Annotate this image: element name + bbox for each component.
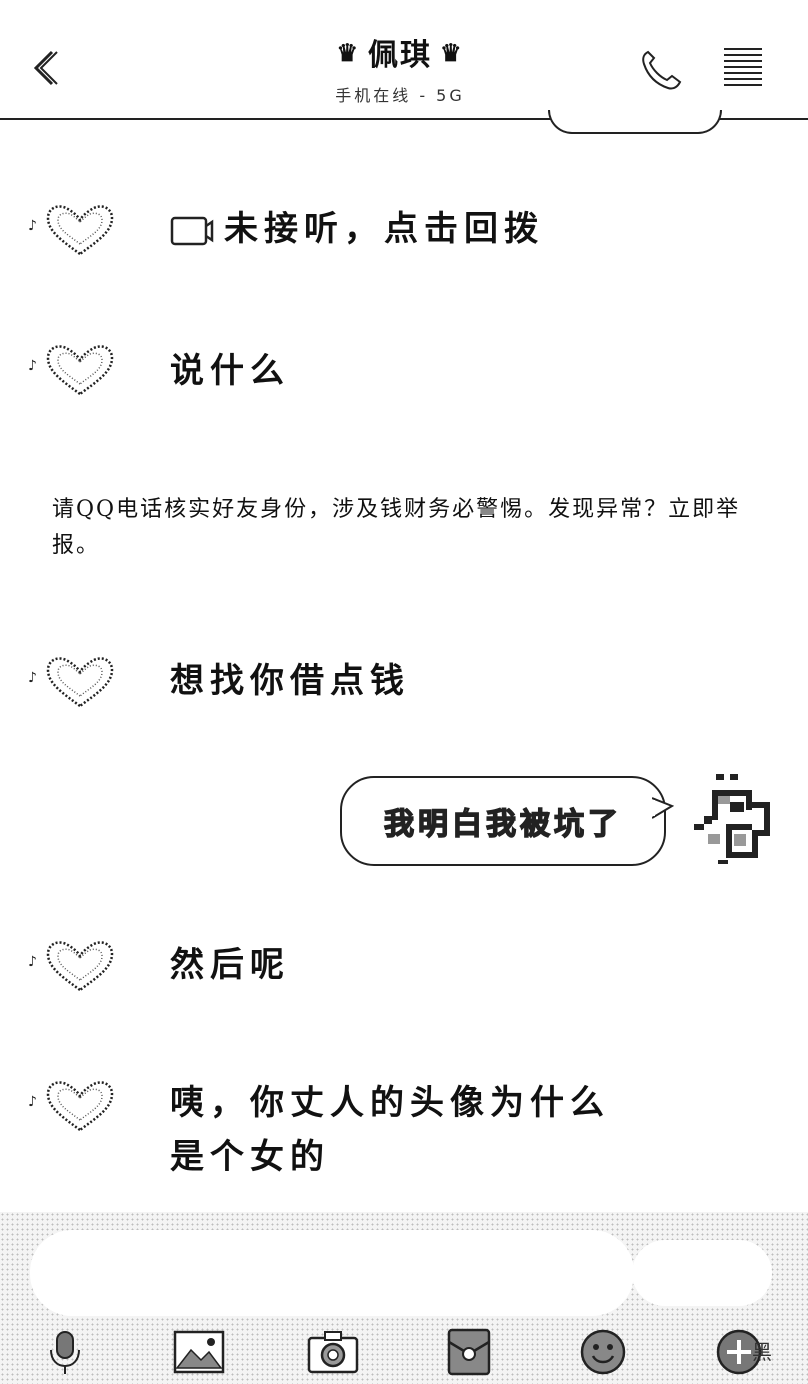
image-icon[interactable] — [172, 1328, 226, 1376]
send-button[interactable] — [632, 1240, 772, 1306]
svg-text:♪: ♪ — [28, 1094, 37, 1110]
voice-icon[interactable] — [38, 1328, 92, 1376]
heart-avatar[interactable]: ♪ — [28, 340, 118, 398]
message-text[interactable]: 咦，你丈人的头像为什么 是个女的 — [170, 1076, 610, 1184]
contact-name: ♛ 佩琪 ♛ — [336, 37, 464, 74]
emoji-icon[interactable] — [576, 1328, 630, 1376]
header-tab — [548, 110, 722, 134]
chat-header: ♛ 佩琪 ♛ 手机在线 - 5G — [0, 0, 808, 120]
redpacket-icon[interactable] — [442, 1328, 496, 1376]
contact-status: 手机在线 - 5G — [335, 86, 465, 105]
watermark-text: 黑 — [752, 1340, 772, 1364]
crown-icon: ♛ — [440, 37, 464, 67]
message-line: 是个女的 — [170, 1137, 330, 1177]
pixel-avatar[interactable] — [690, 772, 780, 868]
camera-icon[interactable] — [306, 1328, 360, 1376]
chat-title-block[interactable]: ♛ 佩琪 ♛ 手机在线 - 5G — [250, 30, 550, 106]
svg-text:♪: ♪ — [28, 218, 37, 234]
phone-icon[interactable] — [638, 46, 684, 92]
message-text[interactable]: 想找你借点钱 — [170, 654, 410, 708]
svg-text:♪: ♪ — [28, 670, 37, 686]
message-text[interactable]: 说什么 — [170, 344, 290, 398]
my-message-bubble[interactable]: 我明白我被坑了 — [340, 776, 666, 866]
crown-icon: ♛ — [336, 37, 360, 67]
security-notice: 请QQ电话核实好友身份，涉及钱财务必警惕。发现异常？立即举报。 — [52, 497, 741, 558]
video-call-icon — [170, 216, 214, 246]
menu-icon[interactable] — [722, 46, 764, 90]
svg-text:♪: ♪ — [28, 358, 37, 374]
back-icon[interactable] — [28, 48, 64, 88]
bubble-tail — [652, 797, 674, 819]
missed-call-message[interactable]: 未接听，点击回拨 — [170, 202, 544, 256]
message-input[interactable] — [30, 1230, 634, 1316]
heart-avatar[interactable]: ♪ — [28, 936, 118, 994]
heart-avatar[interactable]: ♪ — [28, 1076, 118, 1134]
message-line: 咦，你丈人的头像为什么 — [170, 1083, 610, 1123]
message-text[interactable]: 然后呢 — [170, 938, 290, 992]
heart-avatar[interactable]: ♪ — [28, 652, 118, 710]
svg-text:♪: ♪ — [28, 954, 37, 970]
heart-avatar[interactable]: ♪ — [28, 200, 118, 258]
input-area: 黑 — [0, 1212, 808, 1384]
